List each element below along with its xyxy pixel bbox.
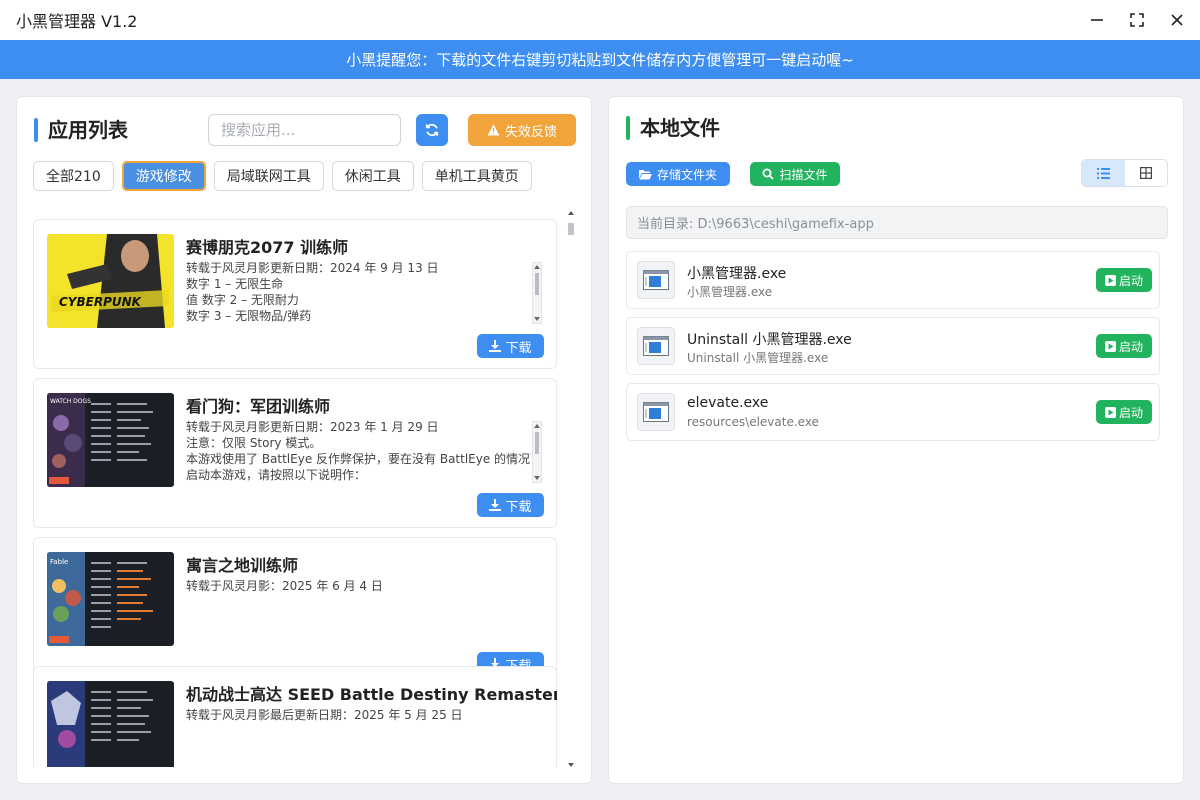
desc-line: 转载于风灵月影更新日期：2024 年 9 月 13 日	[186, 261, 439, 275]
search-icon	[762, 168, 775, 180]
app-description: 转载于风灵月影更新日期：2024 年 9 月 13 日 数字 1 – 无限生命 …	[186, 260, 531, 326]
svg-text:WATCH DOGS: WATCH DOGS	[50, 398, 91, 405]
notice-text: 小黑提醒您：下载的文件右键剪切粘贴到文件储存内方便管理可一键启动喔~	[346, 51, 854, 69]
tab-all[interactable]: 全部210	[33, 161, 114, 191]
app-name: 机动战士高达 SEED Battle Destiny Remastered	[186, 685, 557, 704]
close-icon	[1171, 14, 1183, 26]
grid-view-icon	[1139, 167, 1152, 179]
refresh-icon	[425, 123, 439, 137]
exe-window-icon	[637, 261, 675, 299]
svg-text:CYBERPUNK: CYBERPUNK	[59, 295, 143, 309]
play-icon	[1104, 406, 1116, 418]
file-path: resources\elevate.exe	[687, 415, 819, 429]
desc-line: 本游戏使用了 BattlEye 反作弊保护，要在没有 BattlEye 的情况下	[186, 452, 531, 466]
download-label: 下载	[505, 340, 532, 356]
tab-lan-tools[interactable]: 局域联网工具	[213, 161, 324, 191]
app-name: 看门狗：军团训练师	[186, 397, 331, 416]
local-files-title: 本地文件	[626, 115, 720, 141]
app-thumbnail: Fable	[47, 552, 174, 646]
category-tabs: 全部210 游戏修改 局域联网工具 休闲工具 单机工具黄页	[33, 161, 532, 191]
app-thumbnail: WATCH DOGS	[47, 393, 174, 487]
notice-banner: 小黑提醒您：下载的文件右键剪切粘贴到文件储存内方便管理可一键启动喔~	[0, 40, 1200, 79]
download-icon	[489, 340, 502, 352]
app-name: 赛博朋克2077 训练师	[186, 238, 349, 257]
scan-files-label: 扫描文件	[779, 167, 828, 182]
app-card: Fable 寓言之地训练师 转载于风灵月影：2025 年 6 月 4 日 下载	[33, 537, 557, 687]
app-thumbnail: CYBERPUNK	[47, 234, 174, 328]
maximize-button[interactable]	[1128, 11, 1146, 29]
file-row: 小黑管理器.exe 小黑管理器.exe 启动	[626, 251, 1160, 309]
download-icon	[489, 499, 502, 511]
desc-line: 转载于风灵月影最后更新日期：2025 年 5 月 25 日	[186, 708, 463, 722]
current-directory: 当前目录: D:\9663\ceshi\gamefix-app	[626, 206, 1168, 239]
refresh-button[interactable]	[416, 114, 448, 146]
view-toggle	[1081, 159, 1168, 187]
local-files-panel: 本地文件 存储文件夹 扫描文件 当前目录: D:\9663\ceshi\game…	[608, 96, 1184, 784]
scan-files-button[interactable]: 扫描文件	[750, 162, 840, 186]
storage-folder-label: 存储文件夹	[656, 167, 717, 182]
feedback-label: 失效反馈	[504, 124, 557, 140]
file-path: 小黑管理器.exe	[687, 285, 773, 299]
app-description: 转载于风灵月影更新日期：2023 年 1 月 29 日 注意：仅限 Story …	[186, 419, 531, 485]
window-controls	[1088, 0, 1186, 40]
app-card: 机动战士高达 SEED Battle Destiny Remastered 转载…	[33, 666, 557, 767]
search-app-input[interactable]	[208, 114, 401, 146]
warning-icon	[487, 124, 500, 136]
download-label: 下载	[505, 499, 532, 515]
app-list-panel: 应用列表 失效反馈 全部210 游戏修改 局域联网工具 休闲工具 单机工具黄页	[16, 96, 592, 784]
tab-standalone-tools[interactable]: 单机工具黄页	[421, 161, 532, 191]
list-view-button[interactable]	[1082, 160, 1125, 186]
app-description: 转载于风灵月影：2025 年 6 月 4 日	[186, 578, 531, 644]
app-name: 寓言之地训练师	[186, 556, 299, 575]
app-card: WATCH DOGS 看门狗：军团训练师 转载于风灵月影更新日期：2023 年 …	[33, 378, 557, 528]
file-name: elevate.exe	[687, 395, 769, 411]
file-name: 小黑管理器.exe	[687, 266, 787, 282]
svg-text:Fable: Fable	[50, 558, 68, 566]
launch-label: 启动	[1118, 273, 1143, 288]
desc-line: 值 数字 2 – 无限耐力	[186, 293, 299, 307]
description-scrollbar[interactable]	[532, 421, 542, 483]
tab-casual-tools[interactable]: 休闲工具	[331, 161, 414, 191]
maximize-icon	[1130, 13, 1144, 27]
tab-game-mods[interactable]: 游戏修改	[121, 161, 206, 191]
exe-window-icon	[637, 393, 675, 431]
desc-line: 转载于风灵月影更新日期：2023 年 1 月 29 日	[186, 420, 439, 434]
play-icon	[1104, 340, 1116, 352]
desc-line: 转载于风灵月影：2025 年 6 月 4 日	[186, 579, 383, 593]
list-view-icon	[1096, 167, 1110, 179]
window-title: 小黑管理器 V1.2	[16, 12, 138, 31]
app-list-scrollbar[interactable]	[565, 209, 577, 769]
launch-label: 启动	[1118, 405, 1143, 420]
storage-folder-button[interactable]: 存储文件夹	[626, 162, 730, 186]
file-row: Uninstall 小黑管理器.exe Uninstall 小黑管理器.exe …	[626, 317, 1160, 375]
launch-button[interactable]: 启动	[1096, 268, 1152, 292]
desc-line: 数字 1 – 无限生命	[186, 277, 284, 291]
app-list: CYBERPUNK 赛博朋克2077 训练师 转载于风灵月影更新日期：2024 …	[33, 219, 557, 767]
minimize-button[interactable]	[1088, 11, 1106, 29]
launch-button[interactable]: 启动	[1096, 400, 1152, 424]
file-path: Uninstall 小黑管理器.exe	[687, 351, 829, 365]
file-name: Uninstall 小黑管理器.exe	[687, 332, 852, 348]
folder-open-icon	[638, 169, 652, 179]
desc-line: 注意：仅限 Story 模式。	[186, 436, 322, 450]
exe-window-icon	[637, 327, 675, 365]
app-list-title: 应用列表	[34, 117, 128, 143]
minimize-icon	[1091, 19, 1103, 21]
desc-line: 启动本游戏，请按照以下说明作：	[186, 468, 367, 482]
play-icon	[1104, 274, 1116, 286]
title-bar: 小黑管理器 V1.2	[0, 0, 1200, 40]
grid-view-button[interactable]	[1125, 160, 1168, 186]
app-card: CYBERPUNK 赛博朋克2077 训练师 转载于风灵月影更新日期：2024 …	[33, 219, 557, 369]
file-row: elevate.exe resources\elevate.exe 启动	[626, 383, 1160, 441]
launch-button[interactable]: 启动	[1096, 334, 1152, 358]
description-scrollbar[interactable]	[532, 262, 542, 324]
desc-line: 数字 3 – 无限物品/弹药	[186, 309, 312, 323]
app-thumbnail	[47, 681, 174, 767]
launch-label: 启动	[1118, 339, 1143, 354]
download-button[interactable]: 下载	[477, 493, 544, 517]
feedback-button[interactable]: 失效反馈	[468, 114, 576, 146]
download-button[interactable]: 下载	[477, 334, 544, 358]
app-description: 转载于风灵月影最后更新日期：2025 年 5 月 25 日	[186, 707, 531, 767]
close-button[interactable]	[1168, 11, 1186, 29]
